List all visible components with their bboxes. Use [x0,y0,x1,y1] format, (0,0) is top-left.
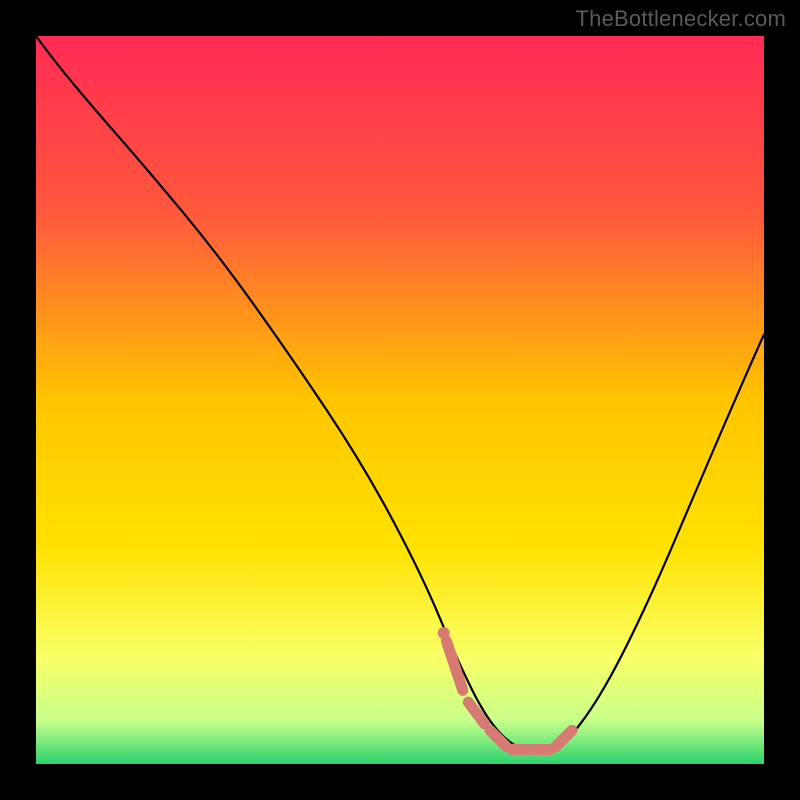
chart-svg [36,36,764,764]
watermark-text: TheBottlenecker.com [576,6,786,32]
chart-plot-area [36,36,764,764]
chart-background [36,36,764,764]
